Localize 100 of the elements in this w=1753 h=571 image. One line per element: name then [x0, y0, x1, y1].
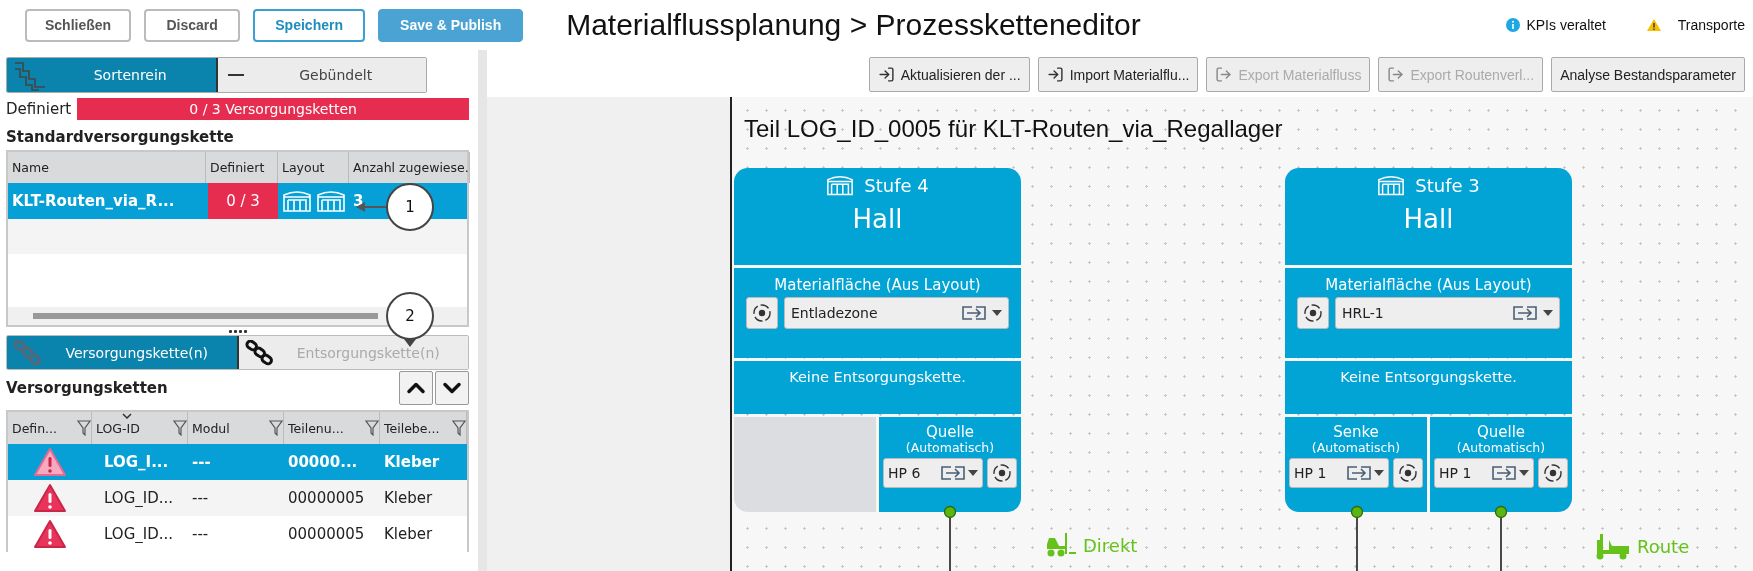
area-label: Materialfläche (Aus Layout): [774, 276, 981, 294]
page-title: Materialflussplanung > Prozessketteneditor: [566, 8, 1141, 42]
locate-button[interactable]: [746, 297, 778, 329]
locate-button[interactable]: [1297, 297, 1329, 329]
warehouse-icon: [282, 189, 312, 213]
table-cell-text: 00000005: [287, 525, 366, 543]
area-label: Materialfläche (Aus Layout): [1325, 276, 1532, 294]
section-title: Standardversorgungskette: [6, 128, 235, 148]
filter-icon[interactable]: [452, 420, 466, 436]
warehouse-icon: [316, 189, 346, 213]
move-up-button[interactable]: [399, 371, 433, 405]
table-cell-text: KLT-Routen_via_R...: [11, 192, 176, 210]
defined-cell: 0 / 3: [208, 183, 278, 219]
table-cell-text: 00000005: [287, 489, 366, 507]
connector-line: [943, 505, 957, 571]
move-down-button[interactable]: [435, 371, 469, 405]
filter-icon[interactable]: [269, 420, 283, 436]
table-cell-text: Kleber: [383, 489, 434, 507]
disposal-note: Keine Entsorgungskette.: [1340, 369, 1517, 385]
connector-line: [1494, 505, 1508, 571]
port-dropdown[interactable]: HP 6: [883, 458, 983, 488]
target-icon: [752, 303, 772, 323]
table-cell-text: ---: [191, 489, 210, 507]
import-icon: [1046, 66, 1064, 83]
table-cell-text: ---: [191, 525, 210, 543]
status-indicator[interactable]: KPIs veraltet: [1506, 17, 1606, 33]
caret-icon: [1543, 310, 1553, 316]
minus-icon: [227, 74, 244, 76]
disposal-note: Keine Entsorgungskette.: [789, 369, 966, 385]
warning-icon: [33, 519, 67, 549]
caret-icon: [1519, 470, 1529, 476]
port-subtitle: (Automatisch): [1456, 441, 1546, 455]
locate-button[interactable]: [1393, 458, 1423, 488]
link-in-icon: [962, 306, 986, 320]
table-cell-text: Kleber: [383, 525, 434, 543]
warning-icon: [33, 483, 67, 513]
port-dropdown[interactable]: HP 1: [1434, 458, 1534, 488]
port-title: Quelle: [925, 423, 975, 441]
export-icon: [1215, 66, 1233, 83]
warehouse-icon: [1377, 174, 1406, 197]
target-icon: [1543, 463, 1563, 483]
tugger-icon: [1595, 532, 1631, 560]
target-icon: [1303, 303, 1323, 323]
table-row[interactable]: LOG_ID... --- 00000005 Kleber: [8, 480, 467, 516]
toolbar-button[interactable]: Import Materialflu...: [1037, 57, 1199, 92]
export-icon: [1387, 66, 1405, 83]
stairs-icon: [13, 59, 47, 91]
port-subtitle: (Automatisch): [905, 441, 995, 455]
connector-line: [1350, 505, 1364, 571]
canvas-title: Teil LOG_ID_0005 für KLT-Routen_via_Regallager: [744, 114, 1284, 144]
mode-toggle[interactable]: Gebündelt: [217, 58, 426, 92]
forklift-icon: [1045, 532, 1077, 558]
caret-icon: [992, 310, 1002, 316]
table-cell-text: LOG_I...: [103, 453, 170, 471]
filter-icon[interactable]: [365, 420, 379, 436]
locate-button[interactable]: [987, 458, 1017, 488]
filter-icon[interactable]: [173, 420, 187, 436]
caret-icon: [1374, 470, 1384, 476]
link-in-icon: [1513, 306, 1537, 320]
top-button[interactable]: Discard: [144, 8, 241, 42]
target-icon: [992, 463, 1012, 483]
table-cell-text: Kleber: [383, 453, 441, 471]
import-icon: [877, 66, 895, 83]
filter-icon[interactable]: [77, 420, 91, 436]
warning-icon: [33, 447, 67, 477]
link-in-icon: [941, 466, 965, 480]
top-button[interactable]: Speichern: [253, 8, 366, 42]
table-cell-text: 00000...: [287, 453, 359, 471]
stage-label: Stufe 4: [826, 174, 929, 197]
port-dropdown[interactable]: HP 1: [1289, 458, 1389, 488]
port-title: Senke: [1333, 423, 1379, 441]
target-icon: [1398, 463, 1418, 483]
chain-icon: [244, 339, 275, 366]
table-cell-text: 3: [352, 192, 364, 210]
stage-name: Hall: [852, 204, 903, 235]
port-subtitle: (Automatisch): [1311, 441, 1401, 455]
defined-status-bar: 0 / 3 Versorgungsketten: [77, 98, 469, 120]
toolbar-button[interactable]: Analyse Bestandsparameter: [1551, 57, 1745, 92]
locate-button[interactable]: [1538, 458, 1568, 488]
pointer-icon: [404, 339, 416, 347]
area-dropdown[interactable]: Entladezone: [784, 297, 1009, 329]
warning-icon: [1645, 18, 1662, 32]
link-in-icon: [1347, 466, 1371, 480]
tab[interactable]: Versorgungskette(n): [7, 336, 239, 369]
stage-name: Hall: [1403, 204, 1454, 235]
top-button[interactable]: Schließen: [25, 8, 132, 42]
table-cell-text: LOG_ID...: [103, 489, 175, 507]
stage-label: Stufe 3: [1377, 174, 1480, 197]
link-in-icon: [1492, 466, 1516, 480]
table-cell-text: ---: [191, 453, 212, 471]
toolbar-button[interactable]: Aktualisieren der ...: [868, 57, 1030, 92]
area-dropdown[interactable]: HRL-1: [1335, 297, 1560, 329]
section-title: Versorgungsketten: [6, 379, 168, 397]
mode-toggle[interactable]: Sortenrein: [7, 58, 218, 92]
chain-icon: [13, 339, 43, 366]
scrollbar-thumb[interactable]: [33, 313, 378, 319]
info-icon: [1506, 18, 1521, 32]
port-title: Quelle: [1476, 423, 1526, 441]
transport-label: Direkt: [1045, 532, 1138, 558]
status-indicator[interactable]: Transporte: [1645, 17, 1745, 33]
